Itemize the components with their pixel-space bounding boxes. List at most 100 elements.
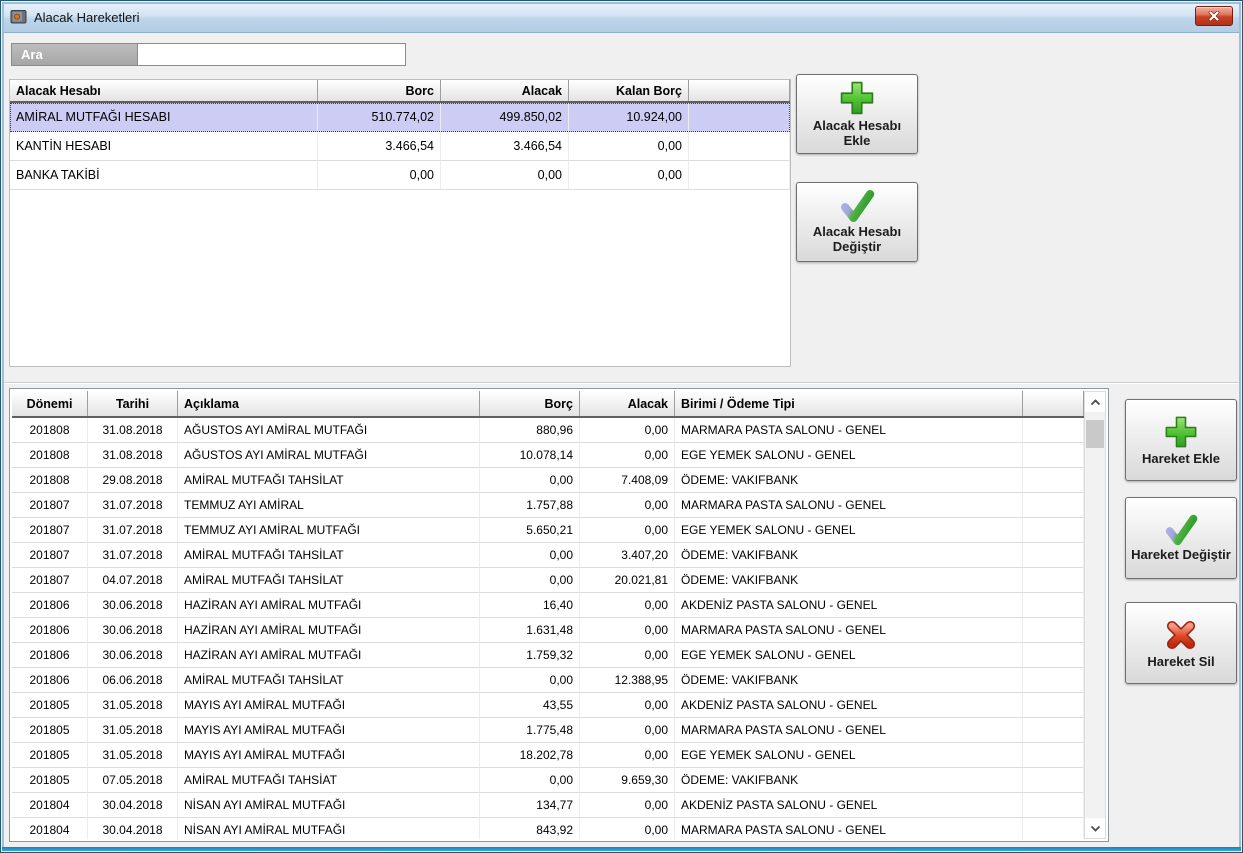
vertical-scrollbar[interactable] xyxy=(1084,391,1106,839)
table-cell: NİSAN AYI AMİRAL MUTFAĞI xyxy=(178,793,480,818)
table-cell: 201806 xyxy=(12,643,88,668)
table-row[interactable]: 20180630.06.2018HAZİRAN AYI AMİRAL MUTFA… xyxy=(12,643,1084,668)
table-cell-filler xyxy=(1023,418,1084,443)
table-cell: 7.408,09 xyxy=(580,468,675,493)
table-cell-filler xyxy=(1023,593,1084,618)
table-cell: 31.05.2018 xyxy=(88,743,178,768)
table-cell: 0,00 xyxy=(569,132,689,161)
movements-table-header: DönemiTarihiAçıklamaBorçAlacakBirimi / Ö… xyxy=(12,391,1084,418)
table-cell: 10.924,00 xyxy=(569,103,689,132)
column-header[interactable]: Alacak Hesabı xyxy=(10,80,318,101)
table-cell: 30.04.2018 xyxy=(88,793,178,818)
table-cell: 201805 xyxy=(12,693,88,718)
table-cell: AMİRAL MUTFAĞI TAHSİLAT xyxy=(178,568,480,593)
search-input[interactable] xyxy=(138,43,406,66)
edit-movement-button[interactable]: Hareket Değiştir xyxy=(1125,497,1237,579)
table-cell: KANTİN HESABI xyxy=(10,132,318,161)
table-cell: 30.06.2018 xyxy=(88,593,178,618)
table-row[interactable]: 20180606.06.2018AMİRAL MUTFAĞI TAHSİLAT0… xyxy=(12,668,1084,693)
table-cell: 0,00 xyxy=(580,493,675,518)
table-cell: AKDENİZ PASTA SALONU - GENEL xyxy=(675,693,1023,718)
table-cell-filler xyxy=(1023,643,1084,668)
table-cell-filler xyxy=(689,132,790,161)
add-account-button[interactable]: Alacak Hesabı Ekle xyxy=(796,74,918,154)
table-cell: 201804 xyxy=(12,818,88,839)
table-cell: 0,00 xyxy=(480,468,580,493)
table-cell: 30.06.2018 xyxy=(88,618,178,643)
column-header[interactable]: Alacak xyxy=(441,80,569,101)
search-label: Ara xyxy=(11,43,138,66)
table-cell: AĞUSTOS AYI AMİRAL MUTFAĞI xyxy=(178,418,480,443)
column-header[interactable]: Alacak xyxy=(580,391,675,416)
table-cell: 201807 xyxy=(12,493,88,518)
table-cell: ÖDEME: VAKIFBANK xyxy=(675,468,1023,493)
table-row[interactable]: 20180829.08.2018AMİRAL MUTFAĞI TAHSİLAT0… xyxy=(12,468,1084,493)
scroll-thumb[interactable] xyxy=(1086,420,1104,448)
close-button[interactable] xyxy=(1195,6,1233,26)
table-cell: HAZİRAN AYI AMİRAL MUTFAĞI xyxy=(178,618,480,643)
scroll-down-button[interactable] xyxy=(1085,818,1105,838)
table-cell: 30.06.2018 xyxy=(88,643,178,668)
plus-icon xyxy=(1163,414,1199,450)
table-row[interactable]: 20180630.06.2018HAZİRAN AYI AMİRAL MUTFA… xyxy=(12,618,1084,643)
table-cell: 0,00 xyxy=(480,568,580,593)
table-cell: EGE YEMEK SALONU - GENEL xyxy=(675,518,1023,543)
table-row[interactable]: 20180630.06.2018HAZİRAN AYI AMİRAL MUTFA… xyxy=(12,593,1084,618)
add-movement-button[interactable]: Hareket Ekle xyxy=(1125,399,1237,481)
table-cell: 880,96 xyxy=(480,418,580,443)
table-cell: 0,00 xyxy=(480,668,580,693)
table-row[interactable]: 20180731.07.2018TEMMUZ AYI AMİRAL1.757,8… xyxy=(12,493,1084,518)
scroll-up-button[interactable] xyxy=(1085,392,1105,412)
table-cell-filler xyxy=(689,103,790,132)
table-cell: 0,00 xyxy=(480,543,580,568)
safe-icon xyxy=(10,9,28,25)
delete-movement-button[interactable]: Hareket Sil xyxy=(1125,602,1237,684)
table-cell: 43,55 xyxy=(480,693,580,718)
column-header[interactable]: Açıklama xyxy=(178,391,480,416)
table-row[interactable]: 20180531.05.2018MAYIS AYI AMİRAL MUTFAĞI… xyxy=(12,718,1084,743)
table-cell-filler xyxy=(1023,768,1084,793)
table-row[interactable]: AMİRAL MUTFAĞI HESABI510.774,02499.850,0… xyxy=(10,103,790,132)
table-row[interactable]: BANKA TAKİBİ0,000,000,00 xyxy=(10,161,790,190)
edit-account-button[interactable]: Alacak Hesabı Değiştir xyxy=(796,182,918,262)
table-cell-filler xyxy=(1023,743,1084,768)
table-cell: MAYIS AYI AMİRAL MUTFAĞI xyxy=(178,743,480,768)
table-cell: 0,00 xyxy=(580,618,675,643)
column-header[interactable]: Kalan Borç xyxy=(569,80,689,101)
column-header[interactable]: Borç xyxy=(480,391,580,416)
scroll-track[interactable] xyxy=(1085,412,1105,818)
table-row[interactable]: 20180731.07.2018AMİRAL MUTFAĞI TAHSİLAT0… xyxy=(12,543,1084,568)
table-cell: 31.05.2018 xyxy=(88,693,178,718)
table-row[interactable]: KANTİN HESABI3.466,543.466,540,00 xyxy=(10,132,790,161)
table-cell: 9.659,30 xyxy=(580,768,675,793)
table-cell: ÖDEME: VAKIFBANK xyxy=(675,768,1023,793)
table-cell: HAZİRAN AYI AMİRAL MUTFAĞI xyxy=(178,593,480,618)
table-row[interactable]: 20180507.05.2018AMİRAL MUTFAĞI TAHSİAT0,… xyxy=(12,768,1084,793)
table-cell: 201808 xyxy=(12,468,88,493)
table-cell: 201806 xyxy=(12,593,88,618)
table-cell: 31.05.2018 xyxy=(88,718,178,743)
table-row[interactable]: 20180430.04.2018NİSAN AYI AMİRAL MUTFAĞI… xyxy=(12,818,1084,839)
table-cell-filler xyxy=(1023,718,1084,743)
table-row[interactable]: 20180831.08.2018AĞUSTOS AYI AMİRAL MUTFA… xyxy=(12,418,1084,443)
plus-icon xyxy=(838,79,876,117)
table-cell: MARMARA PASTA SALONU - GENEL xyxy=(675,718,1023,743)
table-row[interactable]: 20180731.07.2018TEMMUZ AYI AMİRAL MUTFAĞ… xyxy=(12,518,1084,543)
table-row[interactable]: 20180704.07.2018AMİRAL MUTFAĞI TAHSİLAT0… xyxy=(12,568,1084,593)
titlebar[interactable]: Alacak Hareketleri xyxy=(2,2,1241,33)
table-row[interactable]: 20180531.05.2018MAYIS AYI AMİRAL MUTFAĞI… xyxy=(12,743,1084,768)
table-cell: EGE YEMEK SALONU - GENEL xyxy=(675,443,1023,468)
column-header[interactable]: Dönemi xyxy=(12,391,88,416)
table-row[interactable]: 20180430.04.2018NİSAN AYI AMİRAL MUTFAĞI… xyxy=(12,793,1084,818)
table-cell: 201807 xyxy=(12,543,88,568)
table-cell: AĞUSTOS AYI AMİRAL MUTFAĞI xyxy=(178,443,480,468)
table-cell: 3.466,54 xyxy=(318,132,441,161)
table-row[interactable]: 20180531.05.2018MAYIS AYI AMİRAL MUTFAĞI… xyxy=(12,693,1084,718)
column-header[interactable]: Borc xyxy=(318,80,441,101)
check-icon xyxy=(1163,514,1199,546)
table-cell: AMİRAL MUTFAĞI TAHSİLAT xyxy=(178,468,480,493)
table-row[interactable]: 20180831.08.2018AĞUSTOS AYI AMİRAL MUTFA… xyxy=(12,443,1084,468)
column-header[interactable]: Birimi / Ödeme Tipi xyxy=(675,391,1023,416)
column-header[interactable]: Tarihi xyxy=(88,391,178,416)
button-label: Alacak Hesabı Ekle xyxy=(801,119,913,149)
